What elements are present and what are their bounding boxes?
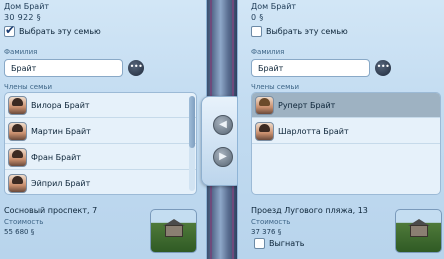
lot-value: 55 680 § (4, 228, 35, 236)
member-name: Руперт Брайт (278, 100, 336, 110)
member-row[interactable]: Фран Брайт (5, 145, 196, 170)
members-list: Вилора Брайт Мартин Брайт Фран Брайт Эйп… (4, 92, 197, 195)
arrow-right-icon[interactable]: ▶ (213, 147, 233, 167)
members-scrollbar[interactable] (189, 96, 195, 191)
surname-field[interactable]: Брайт (4, 59, 123, 77)
member-row[interactable]: Руперт Брайт (252, 93, 440, 118)
select-family-checkbox[interactable] (251, 26, 262, 37)
household-funds: 0 § (251, 13, 264, 22)
members-label: Члены семьи (4, 83, 53, 91)
portrait-icon (255, 121, 274, 141)
portrait-icon (8, 95, 27, 115)
portrait-icon (255, 95, 274, 115)
surname-field[interactable]: Брайт (251, 59, 370, 77)
member-row[interactable]: Вилора Брайт (5, 93, 196, 118)
scroll-thumb[interactable] (189, 96, 195, 148)
lot-thumbnail[interactable] (395, 209, 442, 253)
select-family-checkbox[interactable] (4, 23, 15, 37)
house-icon (165, 225, 183, 237)
member-name: Шарлотта Брайт (278, 126, 349, 136)
lot-value: 37 376 § (251, 228, 282, 236)
surname-label: Фамилия (251, 48, 285, 56)
member-name: Эйприл Брайт (31, 178, 91, 188)
household-name: Дом Брайт (4, 2, 50, 11)
value-label: Стоимость (4, 218, 44, 226)
evict-label: Выгнать (269, 239, 305, 248)
arrow-left-icon[interactable]: ◀ (213, 115, 233, 135)
members-list: Руперт Брайт Шарлотта Брайт (251, 92, 441, 195)
select-family-row[interactable]: Выбрать эту семью (251, 26, 348, 37)
lot-address: Проезд Лугового пляжа, 13 (251, 206, 368, 215)
member-name: Мартин Брайт (31, 126, 91, 136)
portrait-icon (8, 121, 27, 141)
house-icon (410, 225, 428, 237)
portrait-icon (8, 173, 27, 193)
household-funds: 30 922 § (4, 13, 41, 22)
member-row[interactable]: Шарлотта Брайт (252, 119, 440, 144)
household-panel-right: Дом Брайт 0 § Выбрать эту семью Фамилия … (237, 0, 444, 259)
select-family-row[interactable]: Выбрать эту семью (4, 23, 101, 37)
household-name: Дом Брайт (251, 2, 297, 11)
member-row[interactable]: Мартин Брайт (5, 119, 196, 144)
household-panel-left: Дом Брайт 30 922 § Выбрать эту семью Фам… (0, 0, 207, 259)
lot-thumbnail[interactable] (150, 209, 197, 253)
select-family-label: Выбрать эту семью (266, 27, 348, 36)
surname-label: Фамилия (4, 48, 38, 56)
more-options-button[interactable]: ••• (128, 60, 144, 76)
lot-address: Сосновый проспект, 7 (4, 206, 98, 215)
portrait-icon (8, 147, 27, 167)
value-label: Стоимость (251, 218, 291, 226)
evict-row[interactable]: Выгнать (254, 238, 305, 249)
evict-checkbox[interactable] (254, 238, 265, 249)
select-family-label: Выбрать эту семью (19, 27, 101, 36)
member-name: Вилора Брайт (31, 100, 90, 110)
member-row[interactable]: Эйприл Брайт (5, 171, 196, 194)
member-name: Фран Брайт (31, 152, 81, 162)
members-label: Члены семьи (251, 83, 300, 91)
more-options-button[interactable]: ••• (375, 60, 391, 76)
